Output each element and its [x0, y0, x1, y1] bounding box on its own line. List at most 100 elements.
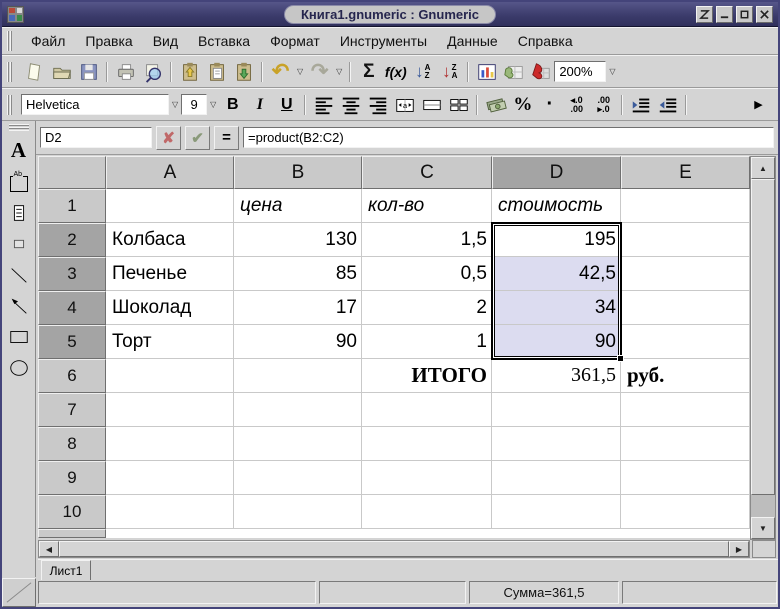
cell-C2[interactable]: 1,5	[362, 223, 492, 257]
cell-A1[interactable]	[106, 189, 234, 223]
cell-E1[interactable]	[621, 189, 750, 223]
italic-button[interactable]: I	[246, 91, 273, 118]
cell-D3[interactable]: 42,5	[492, 257, 621, 291]
print-button[interactable]	[112, 58, 139, 85]
copy-button[interactable]	[203, 58, 230, 85]
cell-C1[interactable]: кол-во	[362, 189, 492, 223]
sort-ascending-button[interactable]: ↓ AZ	[409, 58, 436, 85]
cell-B9[interactable]	[234, 461, 362, 495]
menu-file[interactable]: Файл	[21, 30, 75, 52]
align-left-button[interactable]	[310, 91, 337, 118]
cell-C9[interactable]	[362, 461, 492, 495]
equals-button[interactable]: =	[214, 126, 239, 150]
menu-edit[interactable]: Правка	[75, 30, 142, 52]
horizontal-scroll-thumb[interactable]	[59, 541, 729, 557]
frame-tool-button[interactable]: Ab	[5, 168, 32, 195]
decrease-indent-button[interactable]	[627, 91, 654, 118]
cell-A4[interactable]: Шоколад	[106, 291, 234, 325]
toolbar-grip[interactable]	[7, 95, 13, 115]
close-button[interactable]	[756, 6, 773, 23]
column-header-b[interactable]: B	[234, 156, 362, 189]
percent-format-button[interactable]: %	[509, 91, 536, 118]
cell-B5[interactable]: 90	[234, 325, 362, 359]
vertical-scroll-thumb[interactable]	[751, 179, 775, 495]
sort-descending-button[interactable]: ↓ ZA	[436, 58, 463, 85]
cell-C3[interactable]: 0,5	[362, 257, 492, 291]
undo-dropdown[interactable]: ▽	[294, 67, 306, 76]
menu-data[interactable]: Данные	[437, 30, 508, 52]
status-sum-indicator[interactable]: Сумма=361,5	[469, 581, 619, 604]
zoom-input[interactable]: 200%	[554, 61, 606, 82]
new-document-button[interactable]	[21, 58, 48, 85]
cell-E2[interactable]	[621, 223, 750, 257]
row-header-1[interactable]: 1	[38, 189, 106, 223]
cell-E9[interactable]	[621, 461, 750, 495]
decrease-decimals-button[interactable]: .00 ▸.0	[590, 91, 617, 118]
row-header-11-partial[interactable]	[38, 529, 106, 538]
cell-B10[interactable]	[234, 495, 362, 529]
row-header-3[interactable]: 3	[38, 257, 106, 291]
font-size-dropdown[interactable]: ▽	[207, 100, 219, 109]
cell-B4[interactable]: 17	[234, 291, 362, 325]
cell-C5[interactable]: 1	[362, 325, 492, 359]
scroll-left-button[interactable]: ◀	[39, 541, 59, 557]
cell-A6[interactable]	[106, 359, 234, 393]
arrow-tool-button[interactable]	[5, 292, 32, 319]
cell-D1[interactable]: стоимость	[492, 189, 621, 223]
thousands-separator-button[interactable]: ·	[536, 91, 563, 118]
cell-D5[interactable]: 90	[492, 325, 621, 359]
cell-E3[interactable]	[621, 257, 750, 291]
list-tool-button[interactable]	[5, 199, 32, 226]
ellipse-tool-button[interactable]	[5, 354, 32, 381]
cell-A7[interactable]	[106, 393, 234, 427]
cell-B7[interactable]	[234, 393, 362, 427]
cell-D9[interactable]	[492, 461, 621, 495]
row-header-5[interactable]: 5	[38, 325, 106, 359]
scroll-up-button[interactable]: ▲	[751, 157, 775, 179]
line-tool-button[interactable]	[5, 261, 32, 288]
cell-D7[interactable]	[492, 393, 621, 427]
sheet-tab-list1[interactable]: Лист1	[41, 560, 91, 580]
underline-button[interactable]: U	[273, 91, 300, 118]
insert-shape-button[interactable]	[527, 58, 554, 85]
row-header-8[interactable]: 8	[38, 427, 106, 461]
row-header-10[interactable]: 10	[38, 495, 106, 529]
window-resize-corner[interactable]	[2, 578, 36, 607]
split-cells-button[interactable]	[445, 91, 472, 118]
title-bar[interactable]: Книга1.gnumeric : Gnumeric	[2, 2, 778, 27]
horizontal-scrollbar[interactable]: ◀ ▶	[38, 540, 750, 558]
cell-B2[interactable]: 130	[234, 223, 362, 257]
cell-C6[interactable]: ИТОГО	[362, 359, 492, 393]
cancel-button[interactable]: ✘	[156, 126, 181, 150]
cell-E7[interactable]	[621, 393, 750, 427]
align-right-button[interactable]	[364, 91, 391, 118]
merge-cells-button[interactable]	[418, 91, 445, 118]
cell-A8[interactable]	[106, 427, 234, 461]
cell-A10[interactable]	[106, 495, 234, 529]
menu-insert[interactable]: Вставка	[188, 30, 260, 52]
cell-E5[interactable]	[621, 325, 750, 359]
money-format-button[interactable]	[482, 91, 509, 118]
more-tools-button[interactable]: ▶	[745, 91, 772, 118]
cell-E4[interactable]	[621, 291, 750, 325]
cell-D4[interactable]: 34	[492, 291, 621, 325]
cell-D2-active[interactable]: 195	[492, 223, 621, 257]
select-all-corner[interactable]	[38, 156, 106, 189]
insert-chart-button[interactable]	[473, 58, 500, 85]
autosum-button[interactable]: Σ	[355, 58, 382, 85]
font-name-input[interactable]	[21, 94, 169, 115]
font-size-input[interactable]	[181, 94, 207, 115]
shade-button[interactable]	[696, 6, 713, 23]
cell-E8[interactable]	[621, 427, 750, 461]
cut-button[interactable]	[176, 58, 203, 85]
cell-C8[interactable]	[362, 427, 492, 461]
print-preview-button[interactable]	[139, 58, 166, 85]
row-header-7[interactable]: 7	[38, 393, 106, 427]
column-header-a[interactable]: A	[106, 156, 234, 189]
button-tool-button[interactable]	[5, 230, 32, 257]
menu-tools[interactable]: Инструменты	[330, 30, 437, 52]
maximize-button[interactable]	[736, 6, 753, 23]
redo-dropdown[interactable]: ▽	[333, 67, 345, 76]
scroll-right-button[interactable]: ▶	[729, 541, 749, 557]
text-tool-button[interactable]: A	[5, 137, 32, 164]
